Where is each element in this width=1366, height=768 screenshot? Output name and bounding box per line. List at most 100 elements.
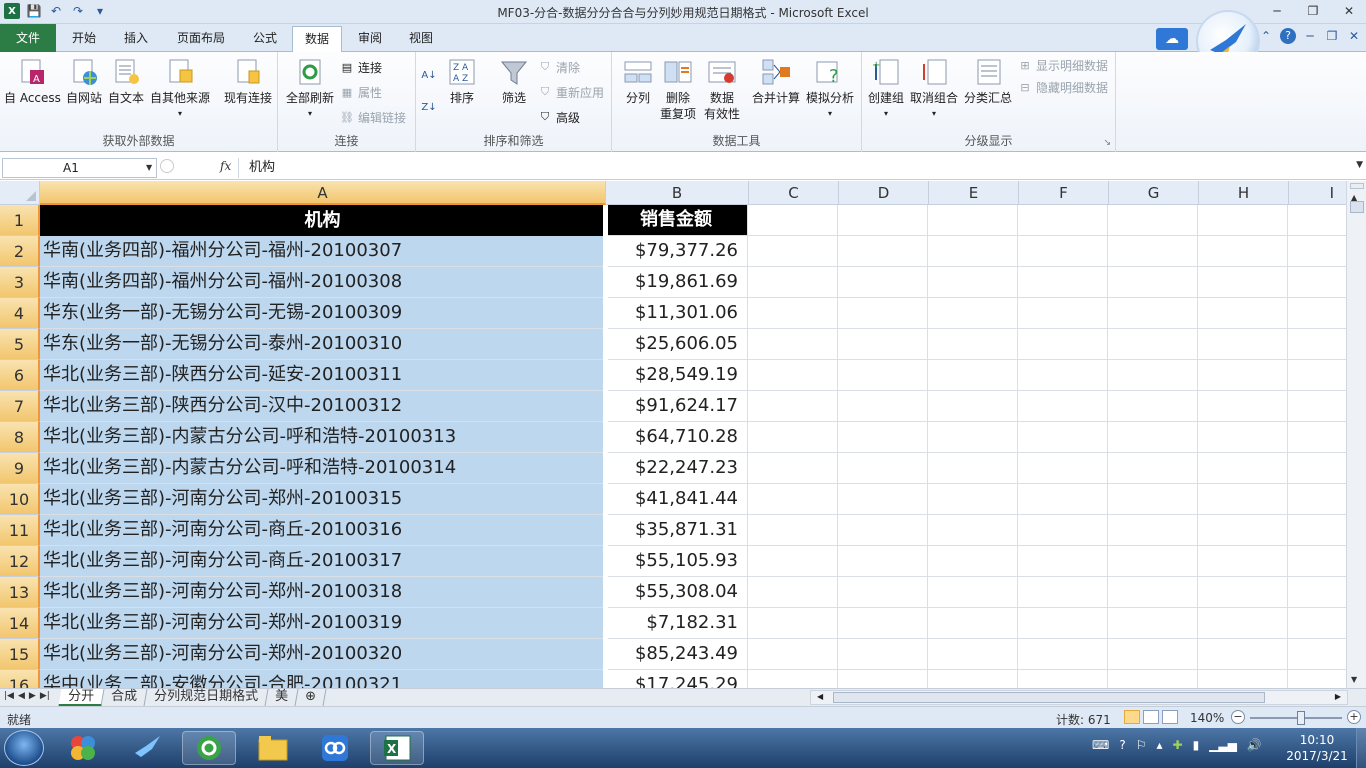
cell-b[interactable]: $64,710.28 (605, 422, 748, 453)
workbook-close-icon[interactable]: ✕ (1346, 28, 1362, 44)
sheet-tab-date-format[interactable]: 分列规范日期格式 (144, 689, 269, 706)
cell[interactable] (1018, 453, 1108, 484)
clear-filter-button[interactable]: ⛉ 清除 (538, 58, 580, 76)
cell-a[interactable]: 华中(业务二部)-安徽分公司-合肥-20100321 (40, 670, 605, 688)
name-box-dropdown-icon[interactable]: ▼ (146, 163, 152, 172)
cell-b[interactable]: $19,861.69 (605, 267, 748, 298)
cell[interactable] (1108, 453, 1198, 484)
cell[interactable] (1198, 577, 1288, 608)
cell[interactable] (748, 422, 838, 453)
sort-desc-button[interactable]: Z↓ (421, 98, 436, 116)
what-if-analysis-button[interactable]: ? 模拟分析 ▾ (806, 56, 854, 122)
select-all-corner[interactable] (0, 181, 40, 205)
cell-a[interactable]: 华北(业务三部)-陕西分公司-延安-20100311 (40, 360, 605, 391)
cell[interactable] (928, 360, 1018, 391)
show-desktop-button[interactable] (1356, 728, 1366, 768)
cell[interactable] (1018, 236, 1108, 267)
row-header[interactable]: 13 (0, 577, 40, 608)
cell[interactable] (928, 608, 1018, 639)
cell[interactable] (1108, 484, 1198, 515)
cell-a[interactable]: 华北(业务三部)-河南分公司-商丘-20100316 (40, 515, 605, 546)
cell-b[interactable]: $25,606.05 (605, 329, 748, 360)
cell[interactable] (1288, 360, 1346, 391)
cell[interactable] (1198, 422, 1288, 453)
minimize-button[interactable]: ─ (1266, 2, 1288, 20)
keyboard-icon[interactable]: ⌨ (1092, 738, 1109, 752)
cell[interactable] (748, 546, 838, 577)
cell[interactable] (1198, 546, 1288, 577)
reapply-button[interactable]: ⛉ 重新应用 (538, 83, 604, 101)
cell[interactable] (1108, 639, 1198, 670)
cell-a[interactable]: 华南(业务四部)-福州分公司-福州-20100308 (40, 267, 605, 298)
bird-app-icon[interactable] (120, 731, 174, 765)
cell[interactable] (1288, 236, 1346, 267)
last-sheet-icon[interactable]: ▶| (40, 691, 50, 701)
zoom-out-icon[interactable]: − (1231, 710, 1245, 724)
save-icon[interactable]: 💾 (26, 3, 42, 19)
cell[interactable] (748, 670, 838, 688)
workbook-minimize-icon[interactable]: ─ (1302, 28, 1318, 44)
worksheet-grid[interactable]: A B C D E F G H I 1 机构 销售金额 2 华南(业务四部)-福州… (0, 181, 1346, 688)
cell[interactable] (1198, 298, 1288, 329)
cell[interactable] (748, 515, 838, 546)
cell[interactable] (838, 298, 928, 329)
row-header[interactable]: 5 (0, 329, 40, 360)
volume-icon[interactable]: 🔊 (1247, 738, 1262, 752)
text-to-columns-button[interactable]: 分列 (622, 56, 654, 106)
from-web-button[interactable]: 自网站 (66, 56, 102, 106)
cell[interactable] (1288, 453, 1346, 484)
row-header[interactable]: 16 (0, 670, 40, 688)
cell[interactable] (1018, 484, 1108, 515)
cell-b[interactable]: $41,841.44 (605, 484, 748, 515)
clock[interactable]: 10:10 2017/3/21 (1284, 732, 1350, 764)
show-detail-button[interactable]: ⊞ 显示明细数据 (1018, 56, 1108, 74)
zoom-level[interactable]: 140% (1190, 711, 1224, 725)
cell[interactable] (1018, 205, 1108, 236)
column-header-g[interactable]: G (1109, 181, 1199, 205)
column-header-e[interactable]: E (929, 181, 1019, 205)
cell[interactable] (1198, 267, 1288, 298)
tab-data[interactable]: 数据 (292, 26, 343, 53)
cell[interactable] (928, 329, 1018, 360)
cell[interactable] (838, 236, 928, 267)
scroll-right-icon[interactable]: ▶ (1335, 692, 1341, 701)
cell-b[interactable]: $55,105.93 (605, 546, 748, 577)
cell[interactable] (1018, 391, 1108, 422)
consolidate-button[interactable]: 合并计算 (752, 56, 800, 106)
excel-app-icon[interactable]: X (4, 3, 20, 19)
from-other-sources-button[interactable]: 自其他来源 ▾ (150, 56, 210, 122)
cell-b[interactable]: $85,243.49 (605, 639, 748, 670)
cell[interactable] (928, 670, 1018, 688)
cell[interactable] (1288, 639, 1346, 670)
advanced-filter-button[interactable]: ⛉ 高级 (538, 108, 580, 126)
zoom-slider-track[interactable] (1250, 717, 1342, 719)
row-header[interactable]: 6 (0, 360, 40, 391)
row-header[interactable]: 14 (0, 608, 40, 639)
cell-b[interactable]: $28,549.19 (605, 360, 748, 391)
close-button[interactable]: ✕ (1338, 2, 1360, 20)
cell[interactable] (1108, 546, 1198, 577)
cell[interactable] (748, 360, 838, 391)
cell[interactable] (1018, 422, 1108, 453)
cell[interactable] (928, 546, 1018, 577)
cell[interactable] (1288, 391, 1346, 422)
cell-a[interactable]: 华东(业务一部)-无锡分公司-无锡-20100309 (40, 298, 605, 329)
cell[interactable] (748, 298, 838, 329)
cell[interactable] (928, 391, 1018, 422)
cell[interactable] (1288, 577, 1346, 608)
cell[interactable] (1108, 577, 1198, 608)
page-layout-view-icon[interactable] (1143, 710, 1159, 724)
cell[interactable] (838, 329, 928, 360)
cell[interactable] (1288, 329, 1346, 360)
restore-button[interactable]: ❐ (1302, 2, 1324, 20)
scroll-left-icon[interactable]: ◀ (817, 692, 823, 701)
color-balls-app-icon[interactable] (56, 731, 110, 765)
cell-a[interactable]: 华南(业务四部)-福州分公司-福州-20100307 (40, 236, 605, 267)
cell[interactable] (748, 267, 838, 298)
expand-formula-icon[interactable]: ▼ (1356, 160, 1363, 170)
cell[interactable] (1198, 515, 1288, 546)
file-explorer-icon[interactable] (246, 731, 300, 765)
cell[interactable] (928, 422, 1018, 453)
cell[interactable] (1198, 329, 1288, 360)
cell[interactable] (1288, 484, 1346, 515)
